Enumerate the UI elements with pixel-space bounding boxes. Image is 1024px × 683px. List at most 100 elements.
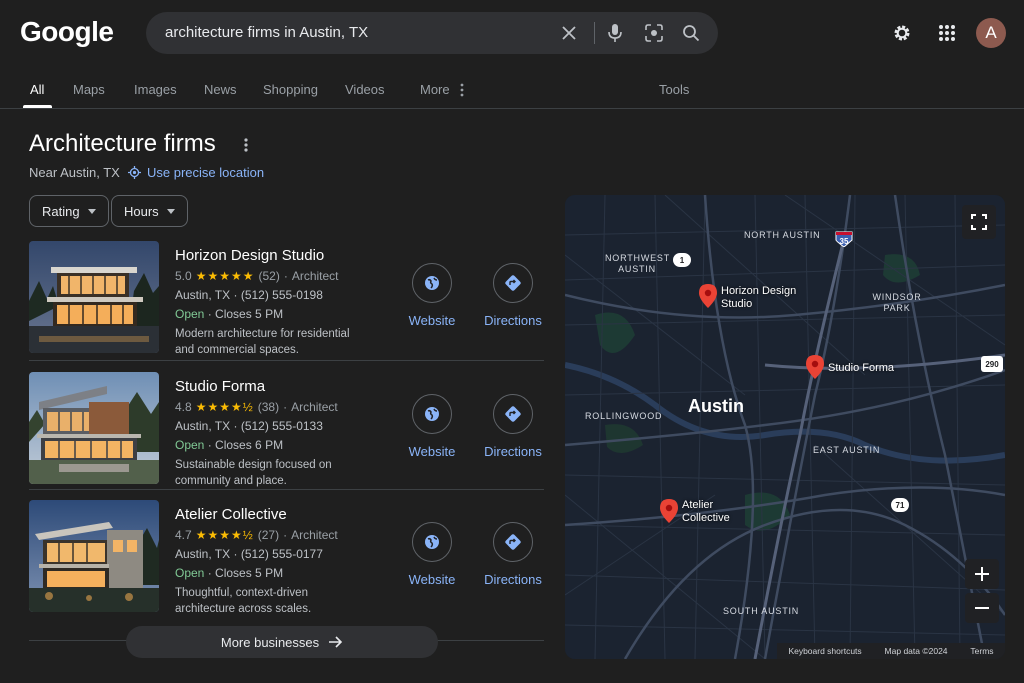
tab-all[interactable]: All	[30, 82, 44, 97]
lens-icon[interactable]	[641, 20, 667, 46]
directions-button[interactable]: Directions	[473, 263, 553, 328]
tab-maps[interactable]: Maps	[73, 82, 105, 97]
website-label: Website	[408, 444, 456, 459]
precise-location-label: Use precise location	[147, 165, 265, 180]
business-photo[interactable]	[29, 372, 159, 484]
website-button-circle	[412, 394, 452, 434]
search-bar[interactable]: architecture firms in Austin, TX	[146, 12, 718, 54]
map-view[interactable]: NORTH AUSTIN NORTHWEST AUSTIN WINDSOR PA…	[565, 195, 1005, 659]
business-rating-row: 4.7 ★★★★½ (27) · Architect	[175, 528, 338, 542]
review-count[interactable]: (38)	[258, 400, 279, 414]
meta-separator: ·	[207, 438, 216, 452]
globe-icon	[425, 276, 439, 290]
avatar[interactable]: A	[976, 18, 1006, 48]
microphone-icon[interactable]	[602, 20, 628, 46]
google-logo[interactable]: Google	[20, 16, 114, 48]
open-status: Open	[175, 438, 205, 452]
fullscreen-icon	[971, 214, 987, 230]
tab-tools[interactable]: Tools	[659, 82, 689, 97]
map-data-credit: Map data ©2024	[884, 646, 948, 656]
map-pin-label[interactable]: Horizon Design Studio	[721, 285, 801, 311]
search-icon[interactable]	[678, 20, 704, 46]
map-city-label: Austin	[688, 396, 744, 416]
meta-separator: ·	[283, 400, 288, 414]
gear-icon[interactable]	[887, 18, 917, 48]
directions-button-circle	[493, 263, 533, 303]
website-button[interactable]: Website	[392, 522, 472, 587]
business-description: Thoughtful, context-driven architecture …	[175, 587, 312, 615]
listing-divider	[29, 489, 544, 490]
business-hours-row: Open · Closes 5 PM	[175, 566, 283, 580]
tabs-divider	[0, 108, 1024, 109]
business-name[interactable]: Horizon Design Studio	[175, 247, 324, 264]
tab-more-label: More	[420, 82, 450, 97]
map-area-label: ROLLINGWOOD	[585, 411, 663, 421]
tab-shopping[interactable]: Shopping	[263, 82, 318, 97]
tab-videos[interactable]: Videos	[345, 82, 385, 97]
business-listing[interactable]: Studio Forma 4.8 ★★★★½ (38) · Architect …	[29, 372, 544, 492]
more-options-icon[interactable]	[238, 136, 254, 154]
map-pin-icon[interactable]	[806, 355, 824, 379]
star-rating: ★★★★½	[195, 400, 254, 414]
business-listing[interactable]: Horizon Design Studio 5.0 ★★★★★ (52) · A…	[29, 241, 544, 361]
meta-separator: ·	[233, 547, 241, 561]
map-area-label: SOUTH AUSTIN	[723, 606, 800, 616]
zoom-in-button[interactable]	[965, 559, 999, 589]
fullscreen-button[interactable]	[962, 205, 996, 239]
apps-grid-icon[interactable]	[932, 18, 962, 48]
directions-button-circle	[493, 394, 533, 434]
website-label: Website	[408, 572, 456, 587]
tab-more[interactable]: More	[420, 82, 464, 97]
location-text: Near Austin, TX	[29, 165, 120, 180]
zoom-out-button[interactable]	[965, 593, 999, 623]
filter-hours[interactable]: Hours	[111, 195, 188, 227]
map-area-label: WINDSOR PARK	[872, 292, 922, 313]
open-status: Open	[175, 307, 205, 321]
map-pin-label[interactable]: Studio Forma	[828, 362, 894, 375]
tab-news[interactable]: News	[204, 82, 237, 97]
website-button[interactable]: Website	[392, 394, 472, 459]
filter-rating[interactable]: Rating	[29, 195, 109, 227]
business-phone: (512) 555-0133	[240, 419, 323, 433]
business-photo[interactable]	[29, 241, 159, 353]
map-pin-icon[interactable]	[699, 284, 717, 308]
rating-value: 5.0	[175, 269, 192, 283]
clear-icon[interactable]	[556, 20, 582, 46]
directions-button[interactable]: Directions	[473, 522, 553, 587]
meta-separator: ·	[207, 307, 216, 321]
tab-images[interactable]: Images	[134, 82, 177, 97]
business-city: Austin, TX	[175, 288, 231, 302]
business-name[interactable]: Atelier Collective	[175, 506, 287, 523]
review-count[interactable]: (27)	[258, 528, 279, 542]
review-count[interactable]: (52)	[258, 269, 279, 283]
search-input[interactable]: architecture firms in Austin, TX	[165, 24, 368, 41]
route-shield: 290	[981, 356, 1003, 372]
map-pin-label[interactable]: Atelier Collective	[682, 499, 738, 525]
crosshair-icon	[128, 166, 141, 179]
rating-value: 4.8	[175, 400, 192, 414]
business-description: Modern architecture for residential and …	[175, 328, 350, 356]
meta-separator: ·	[283, 528, 288, 542]
business-description: Sustainable design focused on community …	[175, 459, 332, 487]
directions-button[interactable]: Directions	[473, 394, 553, 459]
business-address-row: Austin, TX · (512) 555-0177	[175, 547, 323, 561]
website-button[interactable]: Website	[392, 263, 472, 328]
search-separator	[594, 22, 595, 44]
website-button-circle	[412, 522, 452, 562]
terms-link[interactable]: Terms	[970, 646, 993, 656]
map-pin-icon[interactable]	[660, 499, 678, 523]
globe-icon	[425, 407, 439, 421]
route-number: 1	[679, 255, 685, 265]
business-photo[interactable]	[29, 500, 159, 612]
business-phone: (512) 555-0177	[240, 547, 323, 561]
business-listing[interactable]: Atelier Collective 4.7 ★★★★½ (27) · Arch…	[29, 500, 544, 641]
more-businesses-button[interactable]: More businesses	[126, 626, 438, 658]
keyboard-shortcuts-link[interactable]: Keyboard shortcuts	[788, 646, 861, 656]
closing-time: Closes 5 PM	[215, 566, 284, 580]
star-rating: ★★★★½	[195, 528, 254, 542]
closing-time: Closes 5 PM	[215, 307, 284, 321]
precise-location-link[interactable]: Use precise location	[128, 165, 264, 180]
business-name[interactable]: Studio Forma	[175, 378, 265, 395]
filter-hours-label: Hours	[124, 203, 159, 219]
caret-down-icon	[87, 208, 96, 214]
